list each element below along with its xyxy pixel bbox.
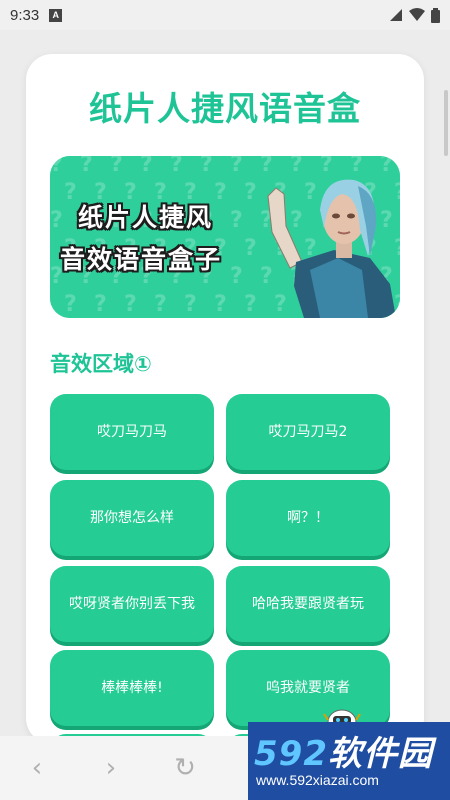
sound-button[interactable]: 哈哈我要跟贤者玩 (226, 566, 390, 642)
section-title: 音效区域① (50, 352, 152, 376)
question-mark-glyph: ? (230, 208, 243, 233)
question-mark-glyph: ? (94, 292, 107, 317)
question-mark-glyph: ? (64, 180, 77, 205)
status-time: 9:33 (10, 6, 40, 24)
watermark-url: www.592xiazai.com (256, 772, 379, 788)
sound-button[interactable]: 哎呀贤者你别丢下我 (50, 566, 214, 642)
status-icons (389, 7, 440, 23)
question-mark-glyph: ? (50, 208, 63, 233)
banner-line-1: 纸片人捷风 (78, 203, 214, 232)
page-title: 纸片人捷风语音盒 (89, 89, 361, 128)
app-card: 纸片人捷风语音盒 ???????????????????????????????… (26, 54, 424, 744)
refresh-icon[interactable]: ↻ (148, 736, 222, 800)
question-mark-glyph: ? (214, 292, 227, 317)
character-illustration (267, 179, 396, 318)
question-mark-glyph: ? (110, 156, 123, 177)
sound-button[interactable]: 呜我就要贤者 (226, 650, 390, 726)
back-icon[interactable]: ‹ (0, 736, 74, 800)
question-mark-glyph: ? (200, 156, 213, 177)
question-mark-glyph: ? (140, 156, 153, 177)
sound-button[interactable]: 那你想怎么样 (50, 480, 214, 556)
question-mark-glyph: ? (64, 292, 77, 317)
question-mark-glyph: ? (80, 156, 93, 177)
question-mark-glyph: ? (230, 156, 243, 177)
question-mark-glyph: ? (230, 264, 243, 289)
watermark-brand: 592软件园 (254, 726, 433, 775)
scrollbar[interactable] (444, 90, 448, 156)
battery-icon (431, 7, 440, 23)
sound-button[interactable]: 棒棒棒棒! (50, 650, 214, 726)
watermark-logo: 592软件园 www.592xiazai.com (248, 722, 450, 800)
wifi-icon (409, 8, 425, 21)
question-mark-glyph: ? (124, 292, 137, 317)
signal-icon (390, 9, 402, 21)
forward-icon[interactable]: › (74, 736, 148, 800)
question-mark-glyph: ? (184, 292, 197, 317)
banner: ????????????????????????????????????????… (50, 156, 400, 318)
sound-button[interactable]: 哎刀马刀马2 (226, 394, 390, 470)
notification-icon: A (49, 8, 63, 22)
status-bar: 9:33 A (0, 0, 450, 30)
sound-button[interactable]: 哎刀马刀马 (50, 394, 214, 470)
question-mark-glyph: ? (154, 292, 167, 317)
question-mark-glyph: ? (50, 156, 63, 177)
banner-line-2: 音效语音盒子 (60, 245, 223, 274)
sound-button[interactable]: 啊？！ (226, 480, 390, 556)
question-mark-glyph: ? (214, 180, 227, 205)
watermark-brand-text: 软件园 (327, 734, 433, 774)
question-mark-glyph: ? (170, 156, 183, 177)
watermark-brand-number: 592 (254, 734, 328, 774)
